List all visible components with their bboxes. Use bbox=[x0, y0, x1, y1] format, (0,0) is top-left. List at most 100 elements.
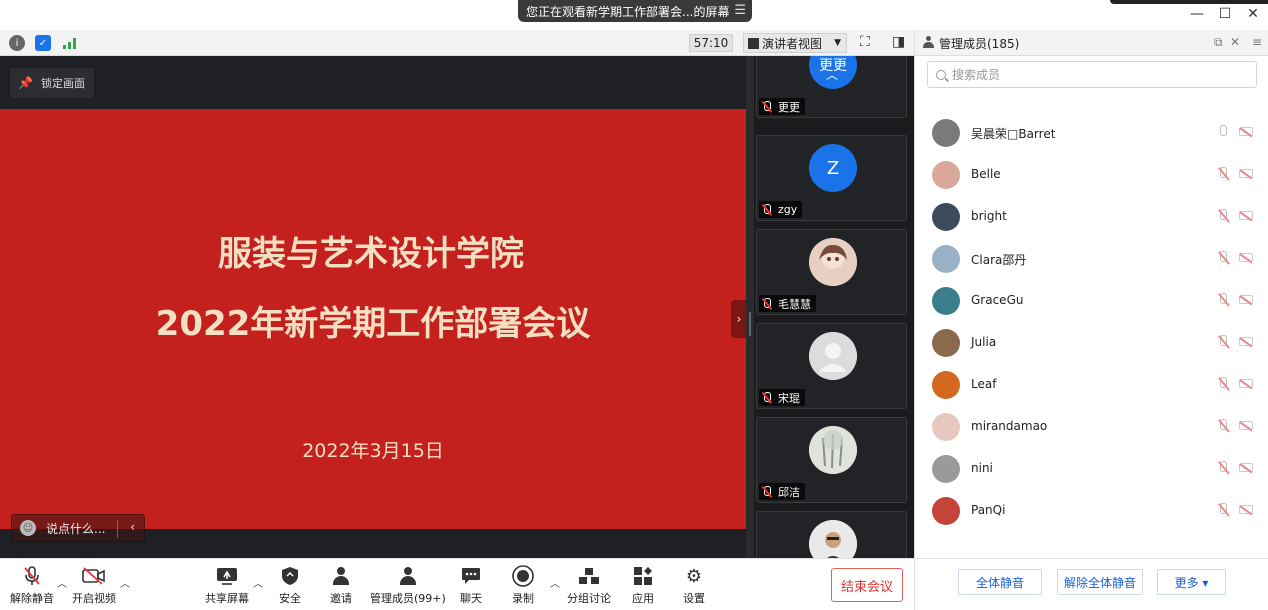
video-off-icon[interactable] bbox=[1239, 253, 1253, 262]
member-row[interactable]: bright bbox=[915, 198, 1268, 240]
fullscreen-icon[interactable]: ⛶ bbox=[860, 34, 870, 50]
mic-off-icon[interactable] bbox=[1217, 293, 1229, 307]
share-screen-button[interactable]: 共享屏幕 bbox=[205, 565, 249, 606]
panel-title: 管理成员(185) bbox=[939, 37, 1020, 51]
video-off-icon[interactable] bbox=[1239, 463, 1253, 472]
mic-off-icon[interactable] bbox=[1217, 251, 1229, 265]
avatar bbox=[809, 238, 857, 286]
gallery-scroll-up-icon[interactable]: ︿ bbox=[819, 66, 845, 86]
member-row[interactable]: Clara邵丹 bbox=[915, 240, 1268, 282]
mic-off-icon[interactable] bbox=[1217, 419, 1229, 433]
video-tile[interactable] bbox=[756, 511, 907, 558]
member-row[interactable]: Julia bbox=[915, 324, 1268, 366]
security-button[interactable]: 安全 bbox=[278, 565, 302, 606]
member-row[interactable]: 吴晨荣□Barret bbox=[915, 114, 1268, 156]
record-button[interactable]: 录制 bbox=[511, 565, 535, 606]
mic-off-icon[interactable] bbox=[1217, 503, 1229, 517]
member-row[interactable]: Leaf bbox=[915, 366, 1268, 408]
share-banner[interactable]: 您正在观看新学期工作部署会...的屏幕 ☰ bbox=[518, 0, 752, 22]
tile-name-label: 毛慧慧 bbox=[759, 295, 816, 312]
member-name: PanQi bbox=[971, 503, 1006, 517]
video-tile[interactable]: 邱洁 bbox=[756, 417, 907, 503]
view-mode-select[interactable]: 演讲者视图 ▼ bbox=[743, 33, 847, 53]
manage-members-label: 管理成员(99+) bbox=[370, 592, 446, 605]
mic-icon[interactable] bbox=[1217, 125, 1229, 139]
unmute-button[interactable]: 解除静音 bbox=[10, 565, 54, 606]
close-button[interactable]: ✕ bbox=[1244, 6, 1262, 22]
member-name: Belle bbox=[971, 167, 1001, 181]
lock-view-label: 锁定画面 bbox=[40, 77, 85, 90]
info-icon[interactable]: i bbox=[9, 35, 25, 51]
video-off-icon[interactable] bbox=[1239, 211, 1253, 220]
member-row[interactable]: GraceGu bbox=[915, 282, 1268, 324]
start-video-label: 开启视频 bbox=[72, 592, 116, 605]
settings-label: 设置 bbox=[683, 592, 705, 605]
mic-off-icon[interactable] bbox=[1217, 167, 1229, 181]
member-search-input[interactable]: 搜索成员 bbox=[927, 61, 1257, 88]
mic-off-icon[interactable] bbox=[1217, 461, 1229, 475]
video-off-icon[interactable] bbox=[1239, 295, 1253, 304]
video-options-chevron-icon[interactable]: ︿ bbox=[120, 575, 130, 590]
video-tile[interactable]: 宋琨 bbox=[756, 323, 907, 409]
popout-icon[interactable]: ⧉ bbox=[1214, 35, 1223, 50]
video-off-icon[interactable] bbox=[1239, 127, 1253, 136]
mic-off-icon bbox=[762, 100, 772, 113]
record-options-chevron-icon[interactable]: ︿ bbox=[550, 575, 560, 590]
apps-button[interactable]: 应用 bbox=[631, 565, 655, 606]
audio-options-chevron-icon[interactable]: ︿ bbox=[57, 575, 67, 590]
invite-button[interactable]: 邀请 bbox=[329, 565, 353, 606]
mute-all-button[interactable]: 全体静音 bbox=[958, 569, 1042, 595]
quick-chat-input[interactable]: ☺ 说点什么... ‹ bbox=[11, 514, 145, 542]
lock-view-button[interactable]: 📌 锁定画面 bbox=[10, 68, 94, 98]
splitter-grip[interactable] bbox=[749, 312, 751, 336]
unmute-all-button[interactable]: 解除全体静音 bbox=[1057, 569, 1143, 595]
member-row[interactable]: Belle bbox=[915, 156, 1268, 198]
splitter[interactable] bbox=[746, 56, 754, 558]
video-off-icon[interactable] bbox=[1239, 421, 1253, 430]
banner-menu-icon[interactable]: ☰ bbox=[734, 3, 746, 18]
member-row[interactable]: PanQi bbox=[915, 492, 1268, 534]
mic-off-icon[interactable] bbox=[1217, 377, 1229, 391]
chevron-left-icon[interactable]: ‹ bbox=[130, 520, 135, 534]
end-meeting-button[interactable]: 结束会议 bbox=[831, 568, 903, 602]
chat-icon bbox=[459, 565, 483, 587]
mic-off-icon bbox=[762, 297, 772, 310]
top-edge bbox=[1110, 0, 1268, 4]
breakout-button[interactable]: 分组讨论 bbox=[567, 565, 611, 606]
panel-menu-icon[interactable]: ≡ bbox=[1252, 35, 1262, 49]
manage-members-button[interactable]: 管理成员(99+) bbox=[370, 565, 446, 606]
video-gallery: 更更 更更 Z zgy 毛慧慧 宋琨 邱洁 bbox=[754, 56, 914, 558]
collapse-gallery-button[interactable]: › bbox=[731, 300, 747, 338]
start-video-button[interactable]: 开启视频 bbox=[72, 565, 116, 606]
mic-off-icon[interactable] bbox=[1217, 209, 1229, 223]
unmute-label: 解除静音 bbox=[10, 592, 54, 605]
video-tile[interactable]: 毛慧慧 bbox=[756, 229, 907, 315]
emoji-icon[interactable]: ☺ bbox=[20, 520, 36, 536]
member-name: Clara邵丹 bbox=[971, 253, 1027, 267]
layout-panel-icon[interactable]: ◨ bbox=[892, 34, 905, 50]
video-off-icon[interactable] bbox=[1239, 379, 1253, 388]
share-options-chevron-icon[interactable]: ︿ bbox=[253, 575, 263, 590]
video-tile[interactable]: Z zgy bbox=[756, 135, 907, 221]
members-icon bbox=[923, 36, 934, 48]
participant-name: 邱洁 bbox=[778, 485, 800, 499]
minimize-button[interactable]: — bbox=[1188, 6, 1206, 22]
mic-off-icon[interactable] bbox=[1217, 335, 1229, 349]
video-off-icon[interactable] bbox=[1239, 337, 1253, 346]
member-row[interactable]: nini bbox=[915, 450, 1268, 492]
member-row[interactable]: mirandamao bbox=[915, 408, 1268, 450]
chat-button[interactable]: 聊天 bbox=[459, 565, 483, 606]
panel-footer: 全体静音 解除全体静音 更多 ▾ bbox=[915, 558, 1268, 610]
close-panel-icon[interactable]: ✕ bbox=[1230, 35, 1240, 49]
signal-icon[interactable] bbox=[62, 35, 78, 51]
avatar bbox=[809, 426, 857, 474]
participant-name: zgy bbox=[778, 203, 798, 216]
record-label: 录制 bbox=[512, 592, 534, 605]
more-button[interactable]: 更多 ▾ bbox=[1157, 569, 1226, 595]
mic-off-icon bbox=[762, 391, 772, 404]
video-off-icon[interactable] bbox=[1239, 505, 1253, 514]
maximize-button[interactable]: ☐ bbox=[1216, 6, 1234, 22]
video-off-icon[interactable] bbox=[1239, 169, 1253, 178]
shield-icon[interactable]: ✓ bbox=[35, 35, 51, 51]
settings-button[interactable]: ⚙ 设置 bbox=[682, 565, 706, 606]
